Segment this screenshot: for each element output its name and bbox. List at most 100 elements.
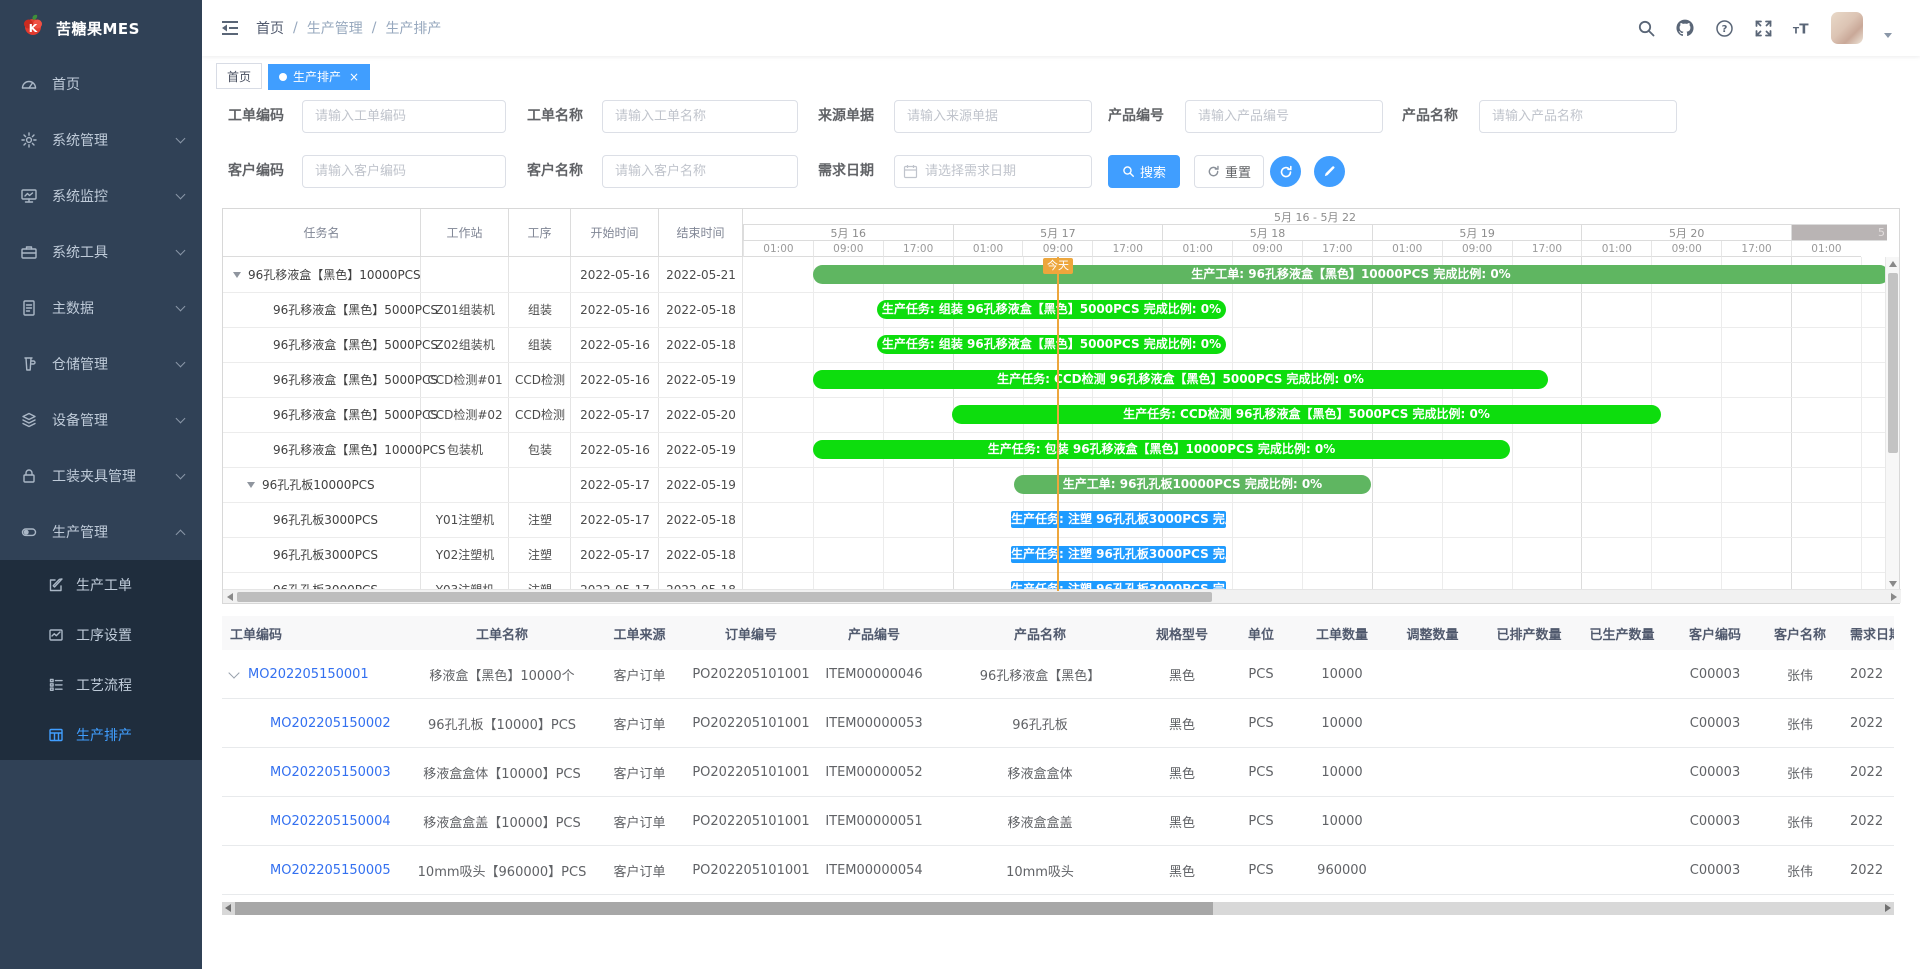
sidebar-item-仓储管理[interactable]: 仓储管理 xyxy=(0,336,202,392)
chevron-down-icon xyxy=(176,358,186,368)
tab-close-icon[interactable]: × xyxy=(349,71,359,83)
cell-produced xyxy=(1572,650,1672,698)
cell-code: MO202205150002 xyxy=(222,699,412,747)
scroll-right-icon[interactable] xyxy=(1891,593,1897,601)
sidebar-item-主数据[interactable]: 主数据 xyxy=(0,280,202,336)
gantt-bar[interactable]: 生产任务: 组装 96孔移液盒【黑色】5000PCS 完成比例: 0% xyxy=(877,335,1226,354)
work-order-link[interactable]: MO202205150002 xyxy=(270,716,391,731)
scroll-right-icon[interactable] xyxy=(1885,904,1891,912)
input-field-工单编码[interactable] xyxy=(302,100,506,133)
cell-adjust xyxy=(1379,650,1486,698)
input-field-客户编码[interactable] xyxy=(302,155,506,188)
tab-首页[interactable]: 首页 xyxy=(216,63,262,89)
gantt-hour-header: 09:00 xyxy=(1651,241,1721,257)
expand-caret-icon[interactable] xyxy=(233,272,241,278)
gantt-bar[interactable]: 生产工单: 96孔孔板10000PCS 完成比例: 0% xyxy=(1014,475,1371,494)
gantt-grid-line xyxy=(1791,257,1792,591)
scroll-left-icon[interactable] xyxy=(225,904,231,912)
gantt-task-name[interactable]: 96孔移液盒【黑色】10000PCS xyxy=(233,257,427,292)
sidebar-item-系统监控[interactable]: 系统监控 xyxy=(0,168,202,224)
breadcrumb-item[interactable]: 首页 xyxy=(256,18,284,38)
gantt-vscroll-thumb[interactable] xyxy=(1888,273,1898,453)
expand-caret-icon[interactable] xyxy=(247,482,255,488)
today-line xyxy=(1057,257,1059,591)
sidebar-item-首页[interactable]: 首页 xyxy=(0,56,202,112)
gantt-station-cell: 包装机 xyxy=(421,432,509,467)
sidebar-subitem-工序设置[interactable]: 工序设置 xyxy=(0,610,202,660)
gantt-hscroll-thumb[interactable] xyxy=(237,592,1212,602)
avatar-caret-icon[interactable] xyxy=(1884,33,1892,38)
gantt-vertical-scrollbar[interactable] xyxy=(1885,257,1899,591)
cell-qty: 10000 xyxy=(1305,650,1379,698)
work-order-link[interactable]: MO202205150004 xyxy=(270,814,391,829)
input-field-产品编号[interactable] xyxy=(1185,100,1383,133)
sidebar-item-工装夹具管理[interactable]: 工装夹具管理 xyxy=(0,448,202,504)
help-icon[interactable]: ? xyxy=(1714,18,1734,38)
input-field-工单名称[interactable] xyxy=(602,100,798,133)
cell-order: PO202205101001 xyxy=(687,797,815,845)
scroll-down-icon[interactable] xyxy=(1889,581,1897,587)
refresh-gantt-button[interactable] xyxy=(1270,156,1301,187)
sidebar-item-生产管理[interactable]: 生产管理 xyxy=(0,504,202,560)
table-row[interactable]: MO20220515000510mm吸头【960000】PCS客户订单PO202… xyxy=(222,846,1894,895)
gantt-bar[interactable]: 生产任务: 注塑 96孔孔板3000PCS 完成 xyxy=(1011,546,1226,563)
date-field-需求日期[interactable] xyxy=(894,155,1092,188)
scroll-up-icon[interactable] xyxy=(1889,261,1897,267)
edit-schedule-button[interactable] xyxy=(1314,156,1345,187)
row-expand-icon[interactable] xyxy=(228,667,239,678)
cell-order: PO202205101001 xyxy=(687,748,815,796)
github-icon[interactable] xyxy=(1675,18,1695,38)
sidebar-item-系统管理[interactable]: 系统管理 xyxy=(0,112,202,168)
sidebar-collapse-icon[interactable] xyxy=(220,18,240,38)
gantt-bar[interactable]: 生产任务: 包装 96孔移液盒【黑色】10000PCS 完成比例: 0% xyxy=(813,440,1510,459)
gantt-bar[interactable]: 生产任务: 注塑 96孔孔板3000PCS 完成 xyxy=(1011,511,1226,528)
cell-produced xyxy=(1572,748,1672,796)
cell-date: 2022 xyxy=(1842,846,1894,894)
table-row[interactable]: MO202205150003移液盒盒体【10000】PCS客户订单PO20220… xyxy=(222,748,1894,797)
cell-unit: PCS xyxy=(1217,846,1305,894)
gantt-bar[interactable]: 生产任务: 组装 96孔移液盒【黑色】5000PCS 完成比例: 0% xyxy=(877,300,1226,319)
reset-button[interactable]: 重置 xyxy=(1194,155,1264,188)
gantt-process-cell xyxy=(509,467,571,502)
sidebar-item-label: 仓储管理 xyxy=(52,354,177,374)
cell-cust_code: C00003 xyxy=(1672,748,1758,796)
table-row[interactable]: MO20220515000296孔孔板【10000】PCS客户订单PO20220… xyxy=(222,699,1894,748)
table-row[interactable]: MO202205150004移液盒盒盖【10000】PCS客户订单PO20220… xyxy=(222,797,1894,846)
breadcrumb-item[interactable]: 生产管理 xyxy=(307,18,363,38)
sidebar-subitem-生产排产[interactable]: 生产排产 xyxy=(0,710,202,760)
gantt-start-cell: 2022-05-17 xyxy=(571,502,659,537)
fullscreen-icon[interactable] xyxy=(1753,18,1773,38)
search-button[interactable]: 搜索 xyxy=(1108,155,1180,188)
app-logo[interactable]: K 苦糖果MES xyxy=(0,0,202,56)
work-order-link[interactable]: MO202205150005 xyxy=(270,863,391,878)
work-order-link[interactable]: MO202205150003 xyxy=(270,765,391,780)
font-size-icon[interactable]: TT xyxy=(1792,18,1812,38)
gantt-task-name[interactable]: 96孔孔板10000PCS xyxy=(247,467,441,502)
search-icon[interactable] xyxy=(1636,18,1656,38)
table-scroll-thumb[interactable] xyxy=(235,902,1213,915)
table-horizontal-scrollbar[interactable] xyxy=(222,902,1894,915)
gantt-start-cell: 2022-05-16 xyxy=(571,432,659,467)
gantt-horizontal-scrollbar[interactable] xyxy=(223,589,1901,603)
gantt-grid-line xyxy=(1302,257,1303,591)
table-row[interactable]: MO202205150001移液盒【黑色】10000个客户订单PO2022051… xyxy=(222,650,1894,699)
gantt-bar[interactable]: 生产工单: 96孔移液盒【黑色】10000PCS 完成比例: 0% xyxy=(813,265,1887,284)
tab-生产排产[interactable]: 生产排产× xyxy=(268,64,370,90)
input-field-产品名称[interactable] xyxy=(1479,100,1677,133)
gantt-process-cell: 组装 xyxy=(509,327,571,362)
scroll-left-icon[interactable] xyxy=(227,593,233,601)
input-field-客户名称[interactable] xyxy=(602,155,798,188)
sidebar-item-设备管理[interactable]: 设备管理 xyxy=(0,392,202,448)
cell-qty: 960000 xyxy=(1305,846,1379,894)
sidebar-item-系统工具[interactable]: 系统工具 xyxy=(0,224,202,280)
gantt-end-cell: 2022-05-18 xyxy=(659,502,743,537)
work-order-link[interactable]: MO202205150001 xyxy=(248,667,369,682)
gantt-bar[interactable]: 生产任务: CCD检测 96孔移液盒【黑色】5000PCS 完成比例: 0% xyxy=(813,370,1548,389)
input-field-来源单据[interactable] xyxy=(894,100,1092,133)
cell-item: ITEM00000051 xyxy=(815,797,933,845)
edit-icon xyxy=(48,577,64,593)
sidebar-subitem-生产工单[interactable]: 生产工单 xyxy=(0,560,202,610)
cell-cust_code: C00003 xyxy=(1672,797,1758,845)
sidebar-subitem-工艺流程[interactable]: 工艺流程 xyxy=(0,660,202,710)
user-avatar[interactable] xyxy=(1831,12,1863,44)
